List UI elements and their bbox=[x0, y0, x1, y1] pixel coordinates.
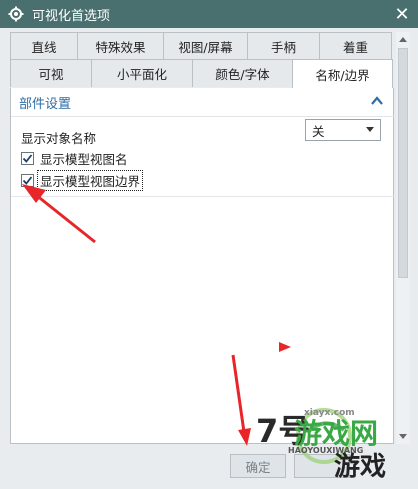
checkmark-icon bbox=[22, 153, 33, 163]
vertical-scrollbar[interactable] bbox=[396, 32, 410, 444]
section-header[interactable]: 部件设置 bbox=[11, 88, 395, 116]
tab-names-borders[interactable]: 名称/边界 bbox=[292, 59, 393, 89]
show-model-view-name-label: 显示模型视图名 bbox=[40, 151, 128, 167]
tab-row-1: 直线 特殊效果 视图/屏幕 手柄 着重 bbox=[10, 32, 392, 60]
tab-faceting[interactable]: 小平面化 bbox=[91, 59, 193, 87]
gear-icon bbox=[8, 6, 24, 22]
tab-handle[interactable]: 手柄 bbox=[247, 32, 320, 60]
close-icon: ✕ bbox=[394, 3, 410, 25]
title-bar: 可视化首选项 ✕ bbox=[0, 0, 418, 28]
close-button[interactable]: ✕ bbox=[392, 3, 412, 25]
secondary-button[interactable] bbox=[294, 454, 350, 478]
tab-panel-names-borders: 部件设置 显示对象名称 关 显示模型视图名 显示模型视图边界 bbox=[10, 88, 395, 444]
tab-view-screen[interactable]: 视图/屏幕 bbox=[163, 32, 248, 60]
section-title: 部件设置 bbox=[19, 96, 72, 112]
tab-line[interactable]: 直线 bbox=[10, 32, 78, 60]
tab-row-2: 可视 小平面化 颜色/字体 名称/边界 bbox=[10, 59, 393, 89]
scroll-thumb[interactable] bbox=[398, 48, 408, 278]
show-model-view-border-option[interactable]: 显示模型视图边界 bbox=[21, 169, 144, 191]
scroll-down-arrow-icon bbox=[399, 434, 407, 439]
collapse-chevron-up-icon[interactable] bbox=[369, 93, 385, 109]
show-model-view-border-label: 显示模型视图边界 bbox=[36, 169, 144, 191]
tab-emphasis[interactable]: 着重 bbox=[319, 32, 392, 60]
content-separator bbox=[11, 196, 395, 197]
show-model-view-name-checkbox[interactable] bbox=[21, 151, 34, 165]
show-model-view-border-checkbox[interactable] bbox=[21, 173, 34, 187]
scroll-up-button[interactable] bbox=[396, 32, 410, 46]
tab-color-font[interactable]: 颜色/字体 bbox=[192, 59, 293, 87]
checkmark-icon bbox=[22, 175, 33, 185]
tab-visual[interactable]: 可视 bbox=[10, 59, 92, 87]
scroll-up-arrow-icon bbox=[399, 37, 407, 42]
section-divider bbox=[11, 116, 395, 117]
show-object-name-select[interactable]: 关 bbox=[305, 119, 381, 141]
dialog-footer: 确定 bbox=[0, 446, 418, 489]
window-title: 可视化首选项 bbox=[32, 8, 111, 24]
show-object-name-label: 显示对象名称 bbox=[21, 130, 97, 146]
ok-button[interactable]: 确定 bbox=[230, 454, 286, 478]
tab-special-effects[interactable]: 特殊效果 bbox=[77, 32, 164, 60]
scroll-down-button[interactable] bbox=[396, 430, 410, 444]
show-object-name-value: 关 bbox=[312, 123, 325, 139]
show-model-view-name-option[interactable]: 显示模型视图名 bbox=[21, 148, 130, 168]
chevron-down-icon bbox=[366, 127, 374, 132]
